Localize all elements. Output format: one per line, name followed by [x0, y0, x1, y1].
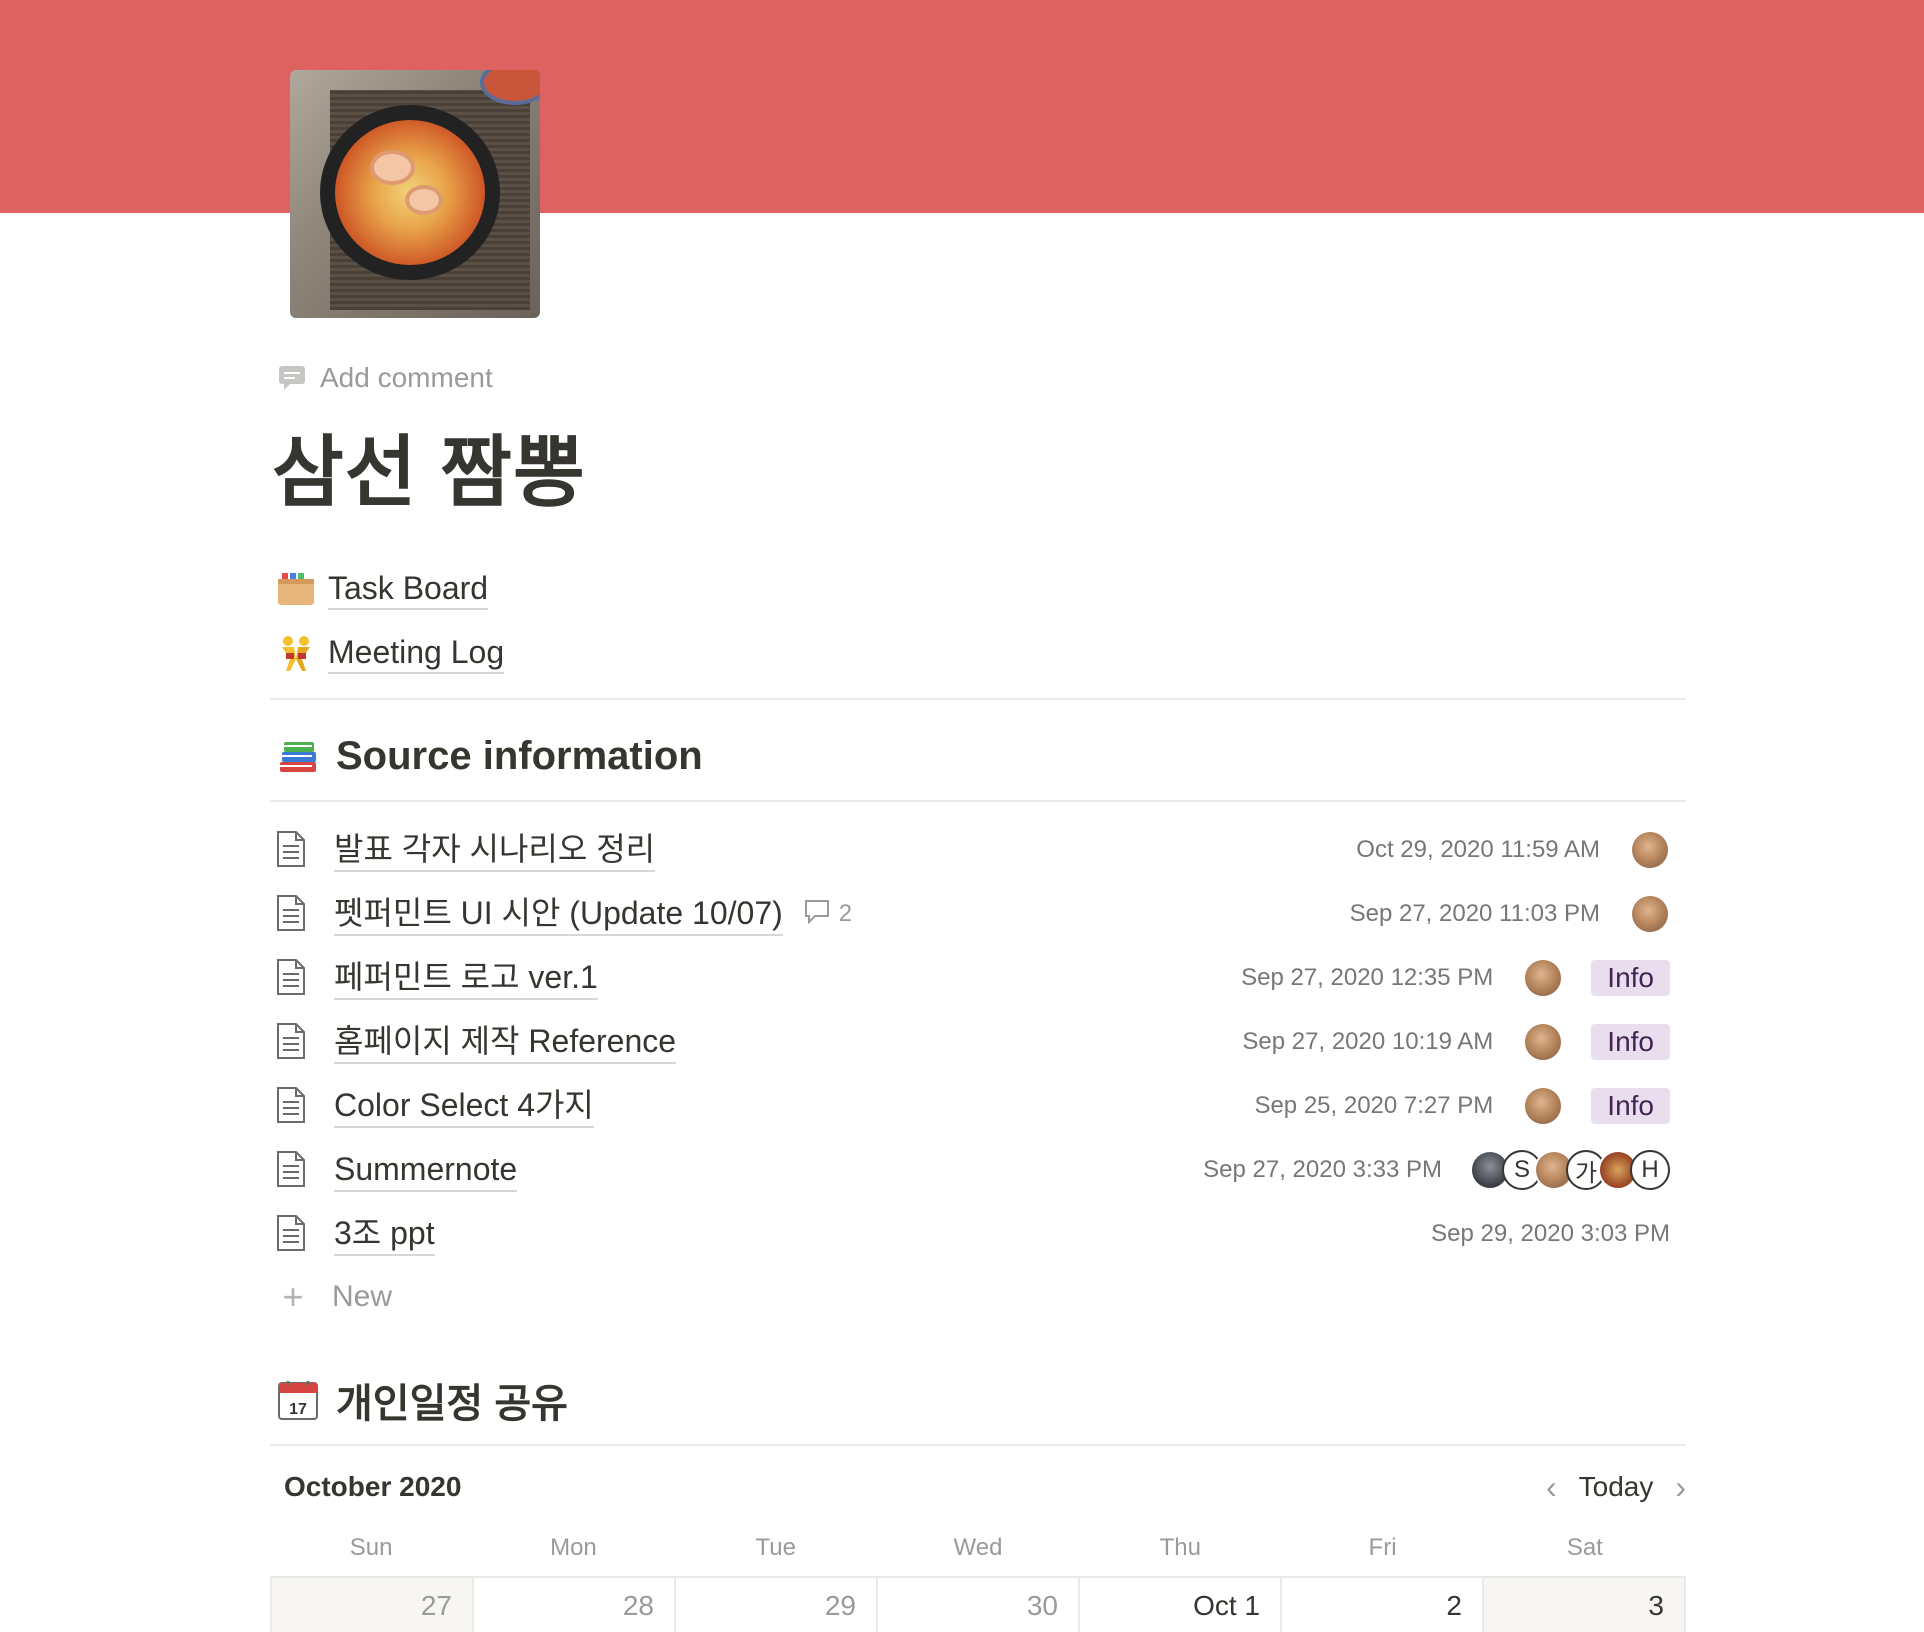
list-item[interactable]: 홈페이지 제작 Reference Sep 27, 2020 10:19 AM … — [276, 1014, 1680, 1070]
add-comment-label: Add comment — [320, 362, 493, 393]
source-information-heading: Source information — [276, 726, 703, 786]
list-item[interactable]: 발표 각자 시나리오 정리 Oct 29, 2020 11:59 AM — [276, 822, 1680, 878]
page-link-title[interactable]: 페퍼민트 로고 ver.1 — [334, 956, 598, 1000]
calendar-nav: ‹ Today › — [1546, 1462, 1686, 1512]
calendar-day-cell[interactable]: 2 — [1282, 1578, 1484, 1632]
avatar — [1523, 1086, 1564, 1126]
list-item[interactable]: 페퍼민트 로고 ver.1 Sep 27, 2020 12:35 PM Info — [276, 950, 1680, 1006]
calendar-icon: 17 — [276, 1378, 320, 1422]
calendar-day-cell[interactable]: 29 — [676, 1578, 878, 1632]
calendar-month-label: October 2020 — [284, 1471, 462, 1502]
new-item-button[interactable]: + New — [276, 1272, 392, 1322]
document-icon — [276, 1214, 312, 1254]
comment-count-value: 2 — [838, 900, 853, 927]
calendar-day-cell[interactable]: Oct 1 — [1080, 1578, 1282, 1632]
document-icon — [276, 958, 312, 998]
plus-icon: + — [282, 1276, 304, 1317]
list-item[interactable]: Summernote Sep 27, 2020 3:33 PM S 가 H — [276, 1142, 1680, 1198]
calendar-day-cell[interactable]: 3 — [1484, 1578, 1686, 1632]
page-link-title[interactable]: 홈페이지 제작 Reference — [334, 1020, 677, 1064]
avatar-letter: H — [1630, 1150, 1670, 1190]
document-icon — [276, 1150, 312, 1190]
section-heading: Source information — [336, 733, 703, 778]
list-item[interactable]: Color Select 4가지 Sep 25, 2020 7:27 PM In… — [276, 1078, 1680, 1134]
svg-text:17: 17 — [289, 1401, 307, 1418]
avatar — [1630, 894, 1670, 934]
calendar-weekdays: Sun Mon Tue Wed Thu Fri Sat — [270, 1528, 1686, 1568]
created-date: Sep 29, 2020 3:03 PM — [1431, 1220, 1670, 1247]
list-item[interactable]: 3조 ppt Sep 29, 2020 3:03 PM — [276, 1206, 1680, 1262]
calendar-day-cell[interactable]: 27 — [272, 1578, 474, 1632]
weekday-label: Fri — [1368, 1534, 1397, 1561]
calendar-divider — [270, 1444, 1686, 1446]
link-task-board[interactable]: Task Board — [276, 562, 489, 616]
chevron-right-icon[interactable]: › — [1675, 1469, 1686, 1506]
weekday-label: Mon — [550, 1534, 597, 1561]
info-tag: Info — [1591, 960, 1670, 996]
info-tag: Info — [1591, 1024, 1670, 1060]
divider — [270, 698, 1686, 700]
created-date: Sep 25, 2020 7:27 PM — [1254, 1092, 1494, 1119]
page-link-title[interactable]: Color Select 4가지 — [334, 1084, 594, 1128]
created-date: Sep 27, 2020 3:33 PM — [1203, 1156, 1442, 1183]
calendar-day-cell[interactable]: 28 — [474, 1578, 676, 1632]
weekday-label: Sat — [1566, 1534, 1603, 1561]
link-label: Meeting Log — [328, 632, 505, 674]
document-icon — [276, 1086, 312, 1126]
calendar-section-heading: 17 개인일정 공유 — [276, 1370, 568, 1430]
database-divider — [270, 800, 1686, 802]
page-cover[interactable] — [0, 0, 1924, 213]
info-tag: Info — [1591, 1088, 1670, 1124]
page-title[interactable]: 삼선 짬뽕 — [272, 410, 586, 522]
created-date: Sep 27, 2020 11:03 PM — [1349, 900, 1600, 927]
page-link-title[interactable]: 발표 각자 시나리오 정리 — [334, 828, 656, 872]
avatar-group: S 가 H — [1470, 1150, 1670, 1190]
link-label: Task Board — [328, 568, 489, 610]
document-icon — [276, 1022, 312, 1062]
comment-count[interactable]: 2 — [803, 898, 852, 931]
weekday-label: Wed — [953, 1534, 1003, 1561]
created-date: Sep 27, 2020 12:35 PM — [1241, 964, 1494, 991]
list-item[interactable]: 펫퍼민트 UI 시안 (Update 10/07) 2 Sep 27, 2020… — [276, 886, 1680, 942]
wrestlers-icon — [276, 633, 316, 673]
weekday-label: Tue — [755, 1534, 796, 1561]
link-meeting-log[interactable]: Meeting Log — [276, 626, 505, 680]
avatar — [1523, 1022, 1564, 1062]
created-date: Sep 27, 2020 10:19 AM — [1242, 1028, 1494, 1055]
page-icon-image[interactable] — [290, 70, 540, 318]
document-icon — [276, 830, 312, 870]
page-link-title[interactable]: 펫퍼민트 UI 시안 (Update 10/07) — [334, 892, 783, 936]
avatar — [1523, 958, 1564, 998]
add-comment-button[interactable]: Add comment — [278, 358, 493, 398]
calendar-grid: 27 28 29 30 Oct 1 2 3 — [270, 1576, 1686, 1632]
new-label: New — [332, 1280, 393, 1313]
calendar-day-cell[interactable]: 30 — [878, 1578, 1080, 1632]
section-heading: 개인일정 공유 — [336, 1382, 568, 1426]
today-button[interactable]: Today — [1579, 1471, 1654, 1503]
file-box-icon — [276, 569, 316, 609]
weekday-label: Thu — [1159, 1534, 1201, 1561]
comment-bubble-icon — [803, 898, 831, 931]
comment-icon — [278, 365, 306, 391]
page-link-title[interactable]: 3조 ppt — [334, 1212, 435, 1256]
document-icon — [276, 894, 312, 934]
books-icon — [276, 734, 320, 778]
chevron-left-icon[interactable]: ‹ — [1546, 1469, 1557, 1506]
created-date: Oct 29, 2020 11:59 AM — [1356, 836, 1600, 863]
weekday-label: Sun — [349, 1534, 393, 1561]
avatar — [1630, 830, 1670, 870]
page-link-title[interactable]: Summernote — [334, 1148, 518, 1192]
